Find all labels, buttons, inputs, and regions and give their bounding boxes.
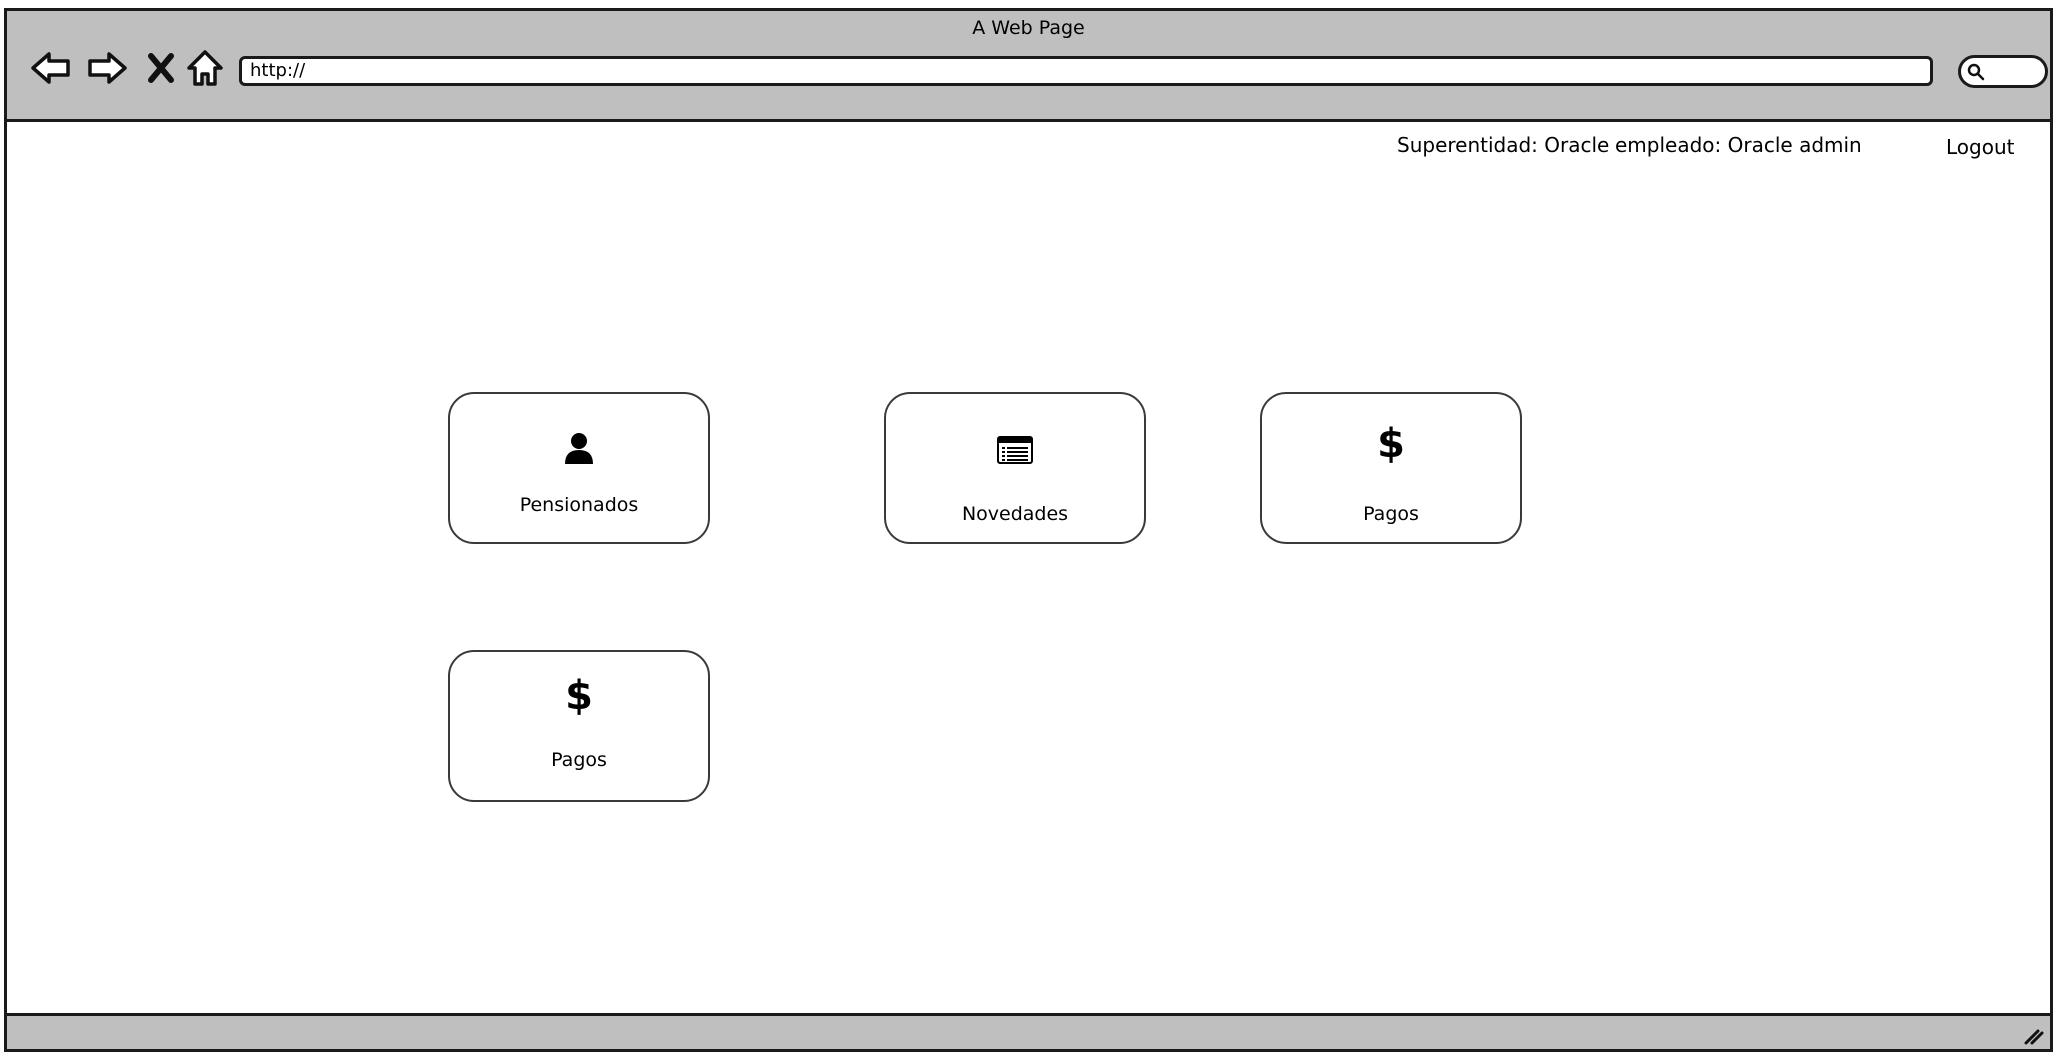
tile-label: Pensionados: [519, 494, 639, 516]
url-input[interactable]: http://: [239, 56, 1933, 86]
resize-grip-icon[interactable]: [2022, 1023, 2046, 1047]
close-x-icon[interactable]: [137, 44, 185, 92]
home-icon[interactable]: [181, 44, 229, 92]
dollar-icon: $: [565, 673, 593, 719]
tile-label: Novedades: [961, 503, 1069, 525]
tile-label: Pagos: [1363, 503, 1419, 525]
search-button[interactable]: [1958, 55, 2048, 88]
browser-window: A Web Page http:// Superentidad: Oracle …: [4, 8, 2053, 1052]
user-icon: [450, 432, 708, 464]
back-arrow-icon[interactable]: [27, 44, 75, 92]
tile-novedades[interactable]: Novedades: [884, 392, 1146, 544]
browser-titlebar: A Web Page http://: [7, 11, 2050, 122]
tile-pensionados[interactable]: Pensionados: [448, 392, 710, 544]
tile-pagos-2[interactable]: $ Pagos: [448, 650, 710, 802]
logout-link[interactable]: Logout: [1946, 135, 2014, 159]
window-title: A Web Page: [972, 17, 1085, 39]
list-window-icon: [886, 436, 1144, 464]
dollar-icon: $: [1377, 421, 1405, 467]
browser-statusbar: [7, 1013, 2050, 1049]
superentidad-label: Superentidad: Oracle: [1397, 133, 1610, 157]
empleado-label: empleado: Oracle admin: [1615, 133, 1862, 157]
search-icon: [1967, 63, 1985, 81]
tile-pagos[interactable]: $ Pagos: [1260, 392, 1522, 544]
forward-arrow-icon[interactable]: [83, 44, 131, 92]
tile-label: Pagos: [551, 749, 607, 771]
